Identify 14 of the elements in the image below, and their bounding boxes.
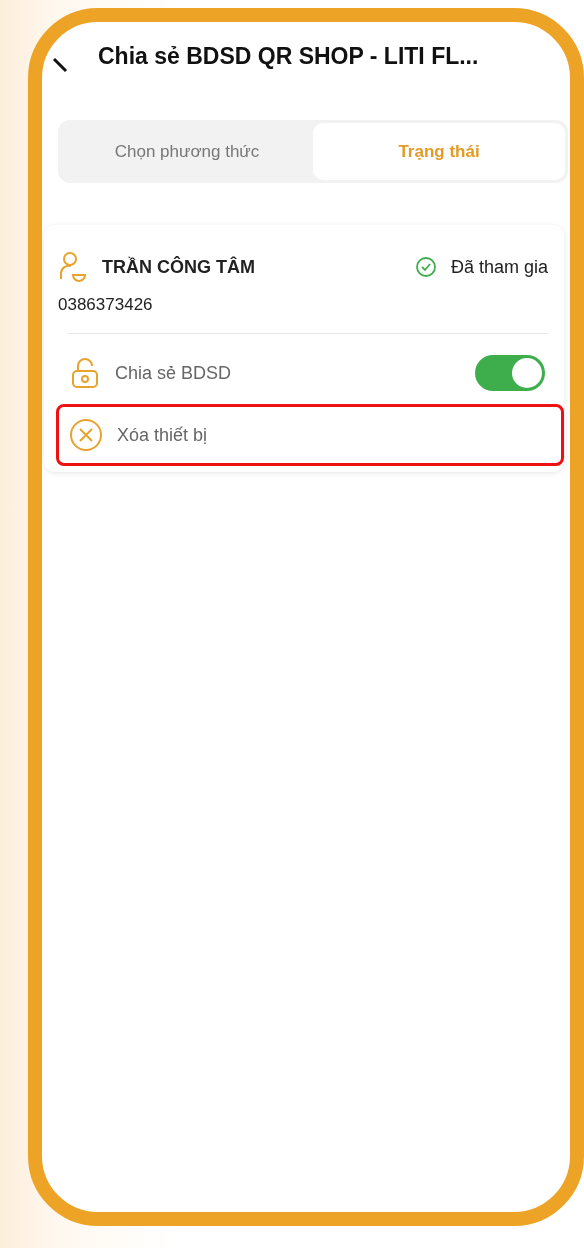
unlock-icon bbox=[69, 357, 101, 389]
phone-number: 0386373426 bbox=[58, 295, 154, 315]
close-circle-icon bbox=[69, 418, 103, 452]
member-status: Đã tham gia bbox=[450, 256, 548, 278]
highlight-frame[interactable]: Xóa thiết bị bbox=[56, 404, 564, 466]
page-title: Chia sẻ BDSD QR SHOP - LITI FL... bbox=[98, 42, 479, 70]
check-circle-icon bbox=[414, 256, 437, 278]
option-label: Xóa thiết bị bbox=[117, 424, 209, 446]
option-label: Chia sẻ BDSD bbox=[115, 362, 233, 384]
toggle-switch[interactable] bbox=[475, 355, 545, 391]
user-icon bbox=[58, 251, 88, 283]
member-name: TRẦN CÔNG TÂM bbox=[102, 256, 256, 278]
option-row[interactable]: Chia sẻ BDSD bbox=[56, 342, 564, 404]
tab[interactable]: Chọn phương thức bbox=[61, 123, 313, 180]
